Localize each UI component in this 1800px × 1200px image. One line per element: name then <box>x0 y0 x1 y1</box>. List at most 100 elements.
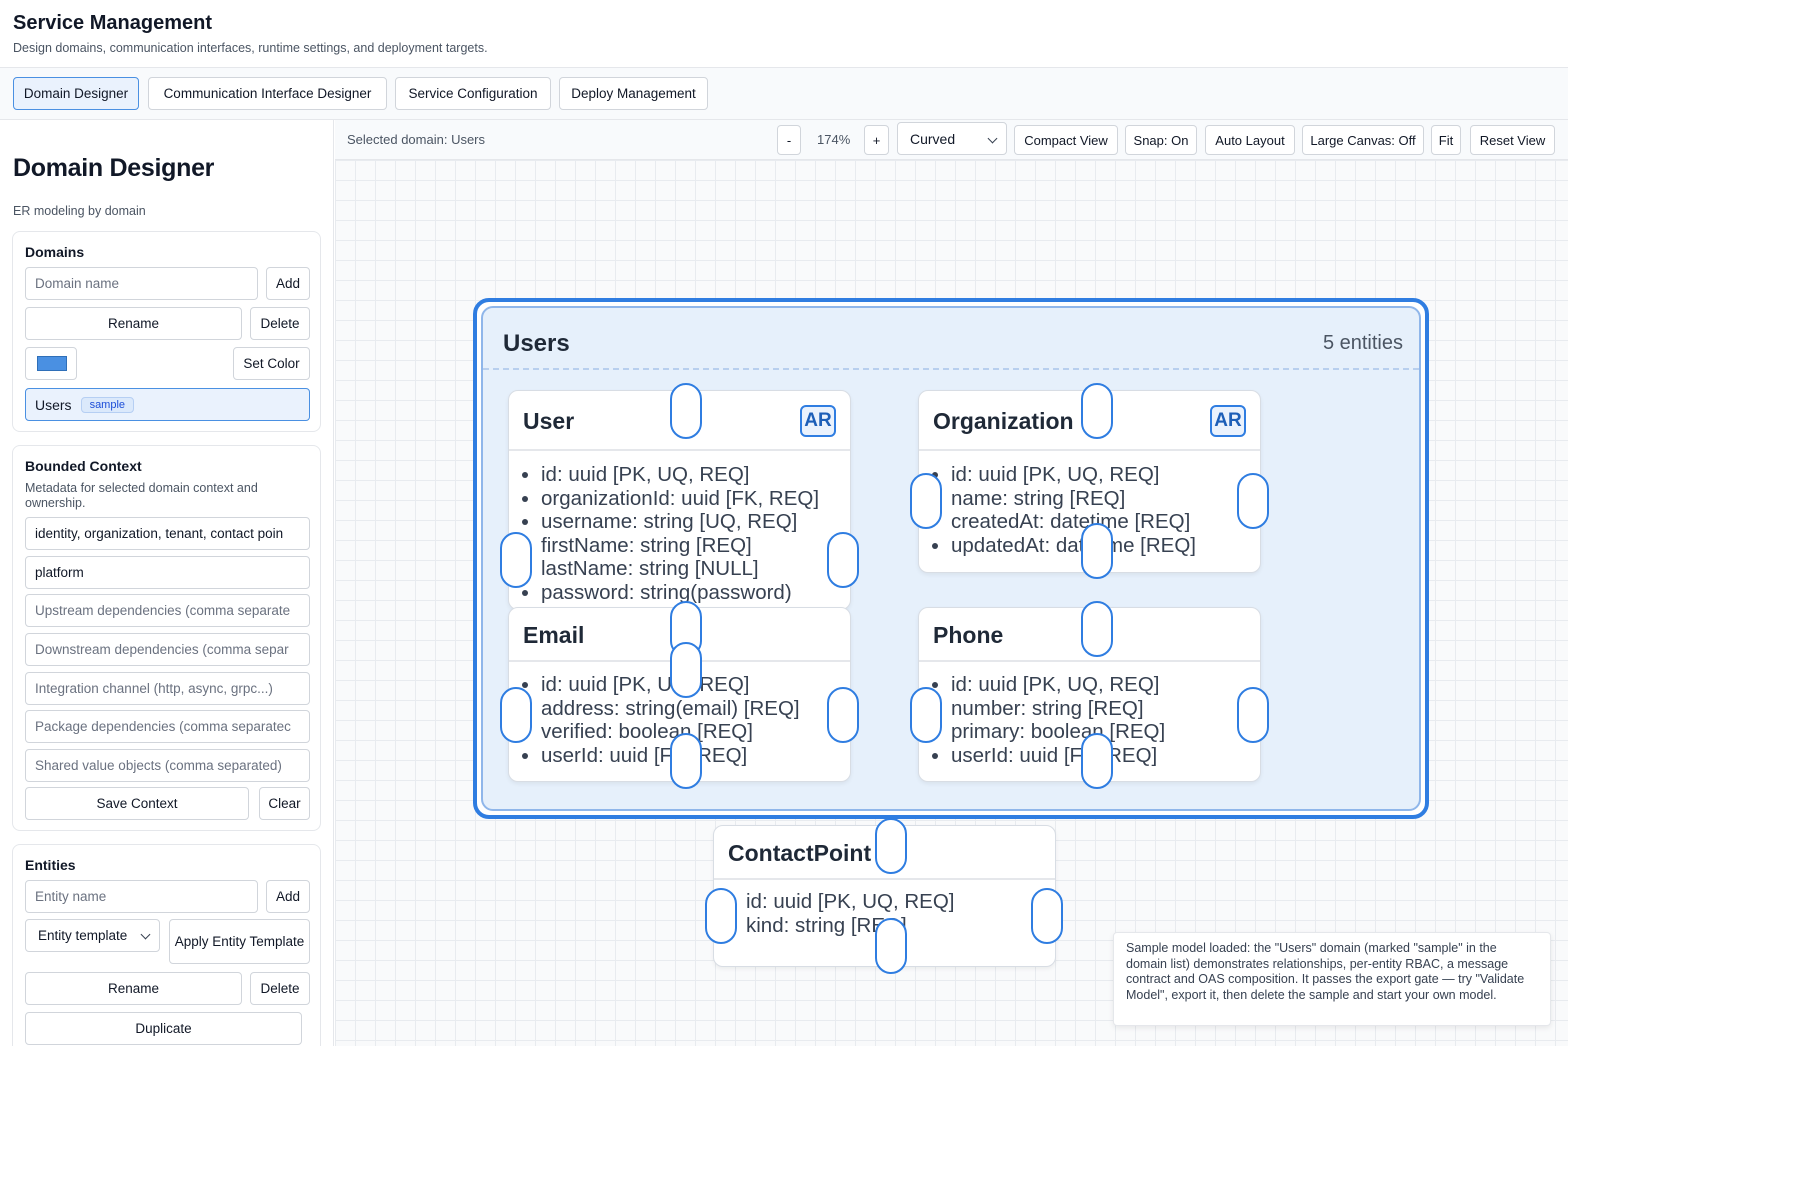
entities-panel: Entities Entity name Add Entity template… <box>12 844 321 1046</box>
contactpoint-top-handle[interactable] <box>875 818 907 874</box>
selected-domain-label: Selected domain: Users <box>347 132 486 147</box>
aggregate-root-badge: AR <box>800 405 836 437</box>
rename-entity-button[interactable]: Rename <box>25 972 242 1005</box>
contactpoint-bottom-handle[interactable] <box>875 918 907 974</box>
entity-field: organizationId: uuid [FK, REQ] <box>541 487 819 511</box>
entity-field: username: string [UQ, REQ] <box>541 510 819 534</box>
clear-context-button[interactable]: Clear <box>259 787 310 820</box>
sidebar: Domain Designer ER modeling by domain Do… <box>0 120 334 1046</box>
email-bottom-handle[interactable] <box>670 733 702 789</box>
app-header: Service Management Design domains, commu… <box>0 0 1568 68</box>
email-left-handle[interactable] <box>500 687 532 743</box>
auto-layout-button[interactable]: Auto Layout <box>1205 125 1295 155</box>
domain-list-item-users[interactable]: Users sample <box>25 388 310 421</box>
domains-panel: Domains Domain name Add Rename Delete Se… <box>12 231 321 432</box>
entity-field: userId: uuid [FK, REQ] <box>951 744 1165 768</box>
entity-field: id: uuid [PK, UQ, REQ] <box>746 890 955 913</box>
entity-field-list: id: uuid [PK, UQ, REQ] number: string [R… <box>951 673 1165 767</box>
phone-bottom-handle[interactable] <box>1081 733 1113 789</box>
edge-style-select[interactable]: Curved <box>897 122 1007 155</box>
zoom-in-button[interactable]: + <box>864 125 889 155</box>
organization-top-handle[interactable] <box>1081 383 1113 439</box>
chevron-down-icon <box>140 929 151 940</box>
domains-title: Domains <box>25 244 85 260</box>
organization-right-handle[interactable] <box>1237 473 1269 529</box>
entity-field: createdAt: datetime [REQ] <box>951 510 1196 534</box>
save-context-button[interactable]: Save Context <box>25 787 249 820</box>
contactpoint-left-handle[interactable] <box>705 888 737 944</box>
sidebar-subtitle: ER modeling by domain <box>13 204 146 218</box>
domain-name-input[interactable]: Domain name <box>25 267 258 300</box>
phone-right-handle[interactable] <box>1237 687 1269 743</box>
tab-deploy-management[interactable]: Deploy Management <box>559 77 708 110</box>
rename-domain-button[interactable]: Rename <box>25 307 242 340</box>
entity-name: Phone <box>933 622 1004 648</box>
entity-name-input[interactable]: Entity name <box>25 880 258 913</box>
email-top-handle[interactable] <box>670 642 702 698</box>
sample-badge: sample <box>80 396 135 413</box>
app-subtitle: Design domains, communication interfaces… <box>13 41 488 55</box>
email-right-handle[interactable] <box>827 687 859 743</box>
phone-top-handle[interactable] <box>1081 601 1113 657</box>
entity-template-select[interactable]: Entity template <box>25 919 160 952</box>
zoom-out-button[interactable]: - <box>777 125 801 155</box>
domain-entity-count: 5 entities <box>1322 332 1403 354</box>
entity-name: Email <box>523 622 585 648</box>
tab-domain-designer[interactable]: Domain Designer <box>13 77 139 110</box>
entity-field: kind: string [REQ] <box>746 913 907 937</box>
er-canvas[interactable]: Users 5 entities User AR id: uuid [PK, U… <box>335 160 1568 1046</box>
apply-entity-template-button[interactable]: Apply Entity Template <box>169 919 310 964</box>
delete-domain-button[interactable]: Delete <box>250 307 310 340</box>
set-color-button[interactable]: Set Color <box>233 347 310 380</box>
delete-entity-button[interactable]: Delete <box>250 972 310 1005</box>
entity-field-list: id: uuid [PK, UQ, REQ] kind: string [REQ… <box>746 890 955 937</box>
user-right-handle[interactable] <box>827 532 859 588</box>
add-entity-button[interactable]: Add <box>266 880 310 913</box>
entity-field: name: string [REQ] <box>951 487 1196 511</box>
reset-view-button[interactable]: Reset View <box>1470 125 1555 155</box>
compact-view-button[interactable]: Compact View <box>1014 125 1118 155</box>
user-left-handle[interactable] <box>500 532 532 588</box>
sample-model-notice: Sample model loaded: the "Users" domain … <box>1113 932 1551 1026</box>
fit-button[interactable]: Fit <box>1431 125 1461 155</box>
contactpoint-right-handle[interactable] <box>1031 888 1063 944</box>
domain-divider <box>483 368 1419 370</box>
entity-field-list: id: uuid [PK, UQ, REQ] organizationId: u… <box>541 463 819 605</box>
sidebar-title: Domain Designer <box>13 154 215 182</box>
duplicate-entity-button[interactable]: Duplicate <box>25 1012 302 1045</box>
large-canvas-toggle-button[interactable]: Large Canvas: Off <box>1302 125 1424 155</box>
entity-field: lastName: string [NULL] <box>541 557 819 581</box>
add-domain-button[interactable]: Add <box>266 267 310 300</box>
entity-field: address: string(email) [REQ] <box>541 697 800 721</box>
entity-field: id: uuid [PK, UQ, REQ] <box>951 463 1196 487</box>
bounded-context-panel: Bounded Context Metadata for selected do… <box>12 445 321 831</box>
context-input[interactable]: identity, organization, tenant, contact … <box>25 517 310 550</box>
main-tabs: Domain Designer Communication Interface … <box>0 68 1568 120</box>
user-top-handle[interactable] <box>670 383 702 439</box>
edge-style-value: Curved <box>910 130 956 147</box>
domain-color-picker[interactable] <box>25 347 77 380</box>
entity-template-label: Entity template <box>38 928 128 943</box>
color-swatch <box>37 356 67 371</box>
shared-value-objects-input[interactable]: Shared value objects (comma separated) <box>25 749 310 782</box>
entity-name: User <box>523 408 575 434</box>
upstream-dependencies-input[interactable]: Upstream dependencies (comma separate <box>25 594 310 627</box>
domain-group-name: Users <box>503 330 570 357</box>
entity-field: verified: boolean [REQ] <box>541 720 800 744</box>
entity-field-list: id: uuid [PK, UQ, REQ] name: string [REQ… <box>951 463 1196 557</box>
integration-channel-input[interactable]: Integration channel (http, async, grpc..… <box>25 672 310 705</box>
organization-bottom-handle[interactable] <box>1081 523 1113 579</box>
tab-communication-interface-designer[interactable]: Communication Interface Designer <box>148 77 387 110</box>
zoom-level: 174% <box>817 132 851 147</box>
snap-toggle-button[interactable]: Snap: On <box>1125 125 1197 155</box>
entity-field: id: uuid [PK, UQ, REQ] <box>951 673 1165 697</box>
phone-left-handle[interactable] <box>910 687 942 743</box>
domain-list-item-name: Users <box>35 396 72 413</box>
tab-service-configuration[interactable]: Service Configuration <box>395 77 551 110</box>
organization-left-handle[interactable] <box>910 473 942 529</box>
downstream-dependencies-input[interactable]: Downstream dependencies (comma separ <box>25 633 310 666</box>
package-dependencies-input[interactable]: Package dependencies (comma separatec <box>25 710 310 743</box>
owner-input[interactable]: platform <box>25 556 310 589</box>
chevron-down-icon <box>987 133 998 144</box>
bounded-context-description: Metadata for selected domain context and… <box>25 481 258 510</box>
